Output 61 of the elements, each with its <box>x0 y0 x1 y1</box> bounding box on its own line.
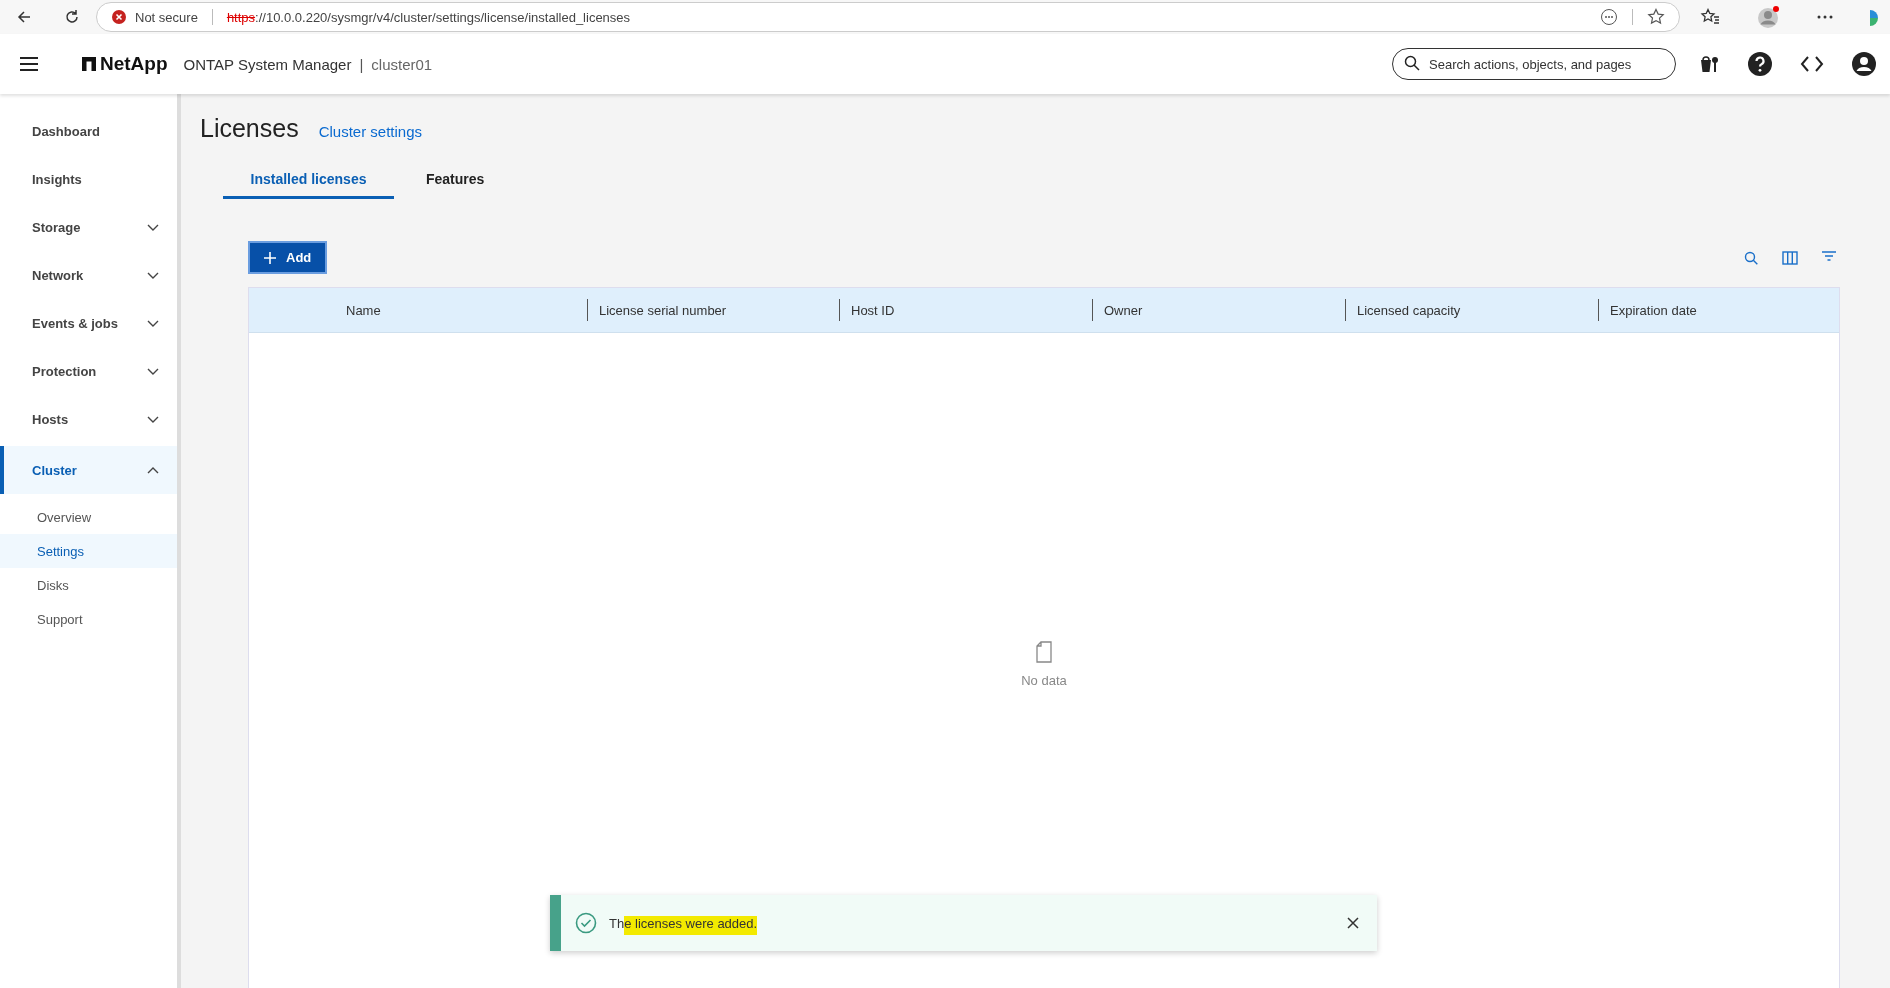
chevron-icon <box>147 222 159 232</box>
column-header[interactable]: License serial number <box>587 299 839 321</box>
user-icon[interactable] <box>1852 52 1876 76</box>
warning-icon <box>111 9 127 25</box>
check-circle-icon <box>575 912 597 934</box>
refresh-icon[interactable] <box>64 9 80 25</box>
product-name: ONTAP System Manager <box>183 55 352 73</box>
menu-icon[interactable] <box>20 57 38 71</box>
column-header[interactable]: Host ID <box>839 299 1092 321</box>
columns-icon[interactable] <box>1782 250 1798 265</box>
nav-subitem[interactable]: Disks <box>0 568 177 602</box>
star-icon[interactable] <box>1647 8 1665 26</box>
search-icon <box>1404 55 1420 71</box>
nav-item[interactable]: Events & jobs <box>0 302 177 344</box>
close-icon <box>1347 917 1359 929</box>
browser-logo-icon[interactable] <box>1870 8 1878 26</box>
nav-item[interactable]: Hosts <box>0 398 177 440</box>
search-icon[interactable] <box>1744 250 1758 265</box>
column-header[interactable]: Licensed capacity <box>1345 299 1598 321</box>
address-bar[interactable]: Not secure https://10.0.0.220/sysmgr/v4/cluster/settings/license/installed_licenses <box>96 2 1680 32</box>
nav-item[interactable]: Protection <box>0 350 177 392</box>
chevron-icon <box>147 318 159 328</box>
security-label[interactable]: Not secure <box>135 9 198 25</box>
tab[interactable]: Features <box>394 161 517 199</box>
nav-item[interactable]: Network <box>0 254 177 296</box>
tab[interactable]: Installed licenses <box>223 161 394 199</box>
empty-document-icon <box>1036 641 1052 663</box>
logo-icon <box>82 57 96 71</box>
favorites-icon[interactable] <box>1700 8 1720 26</box>
back-icon[interactable] <box>16 9 32 25</box>
chevron-icon <box>147 465 159 475</box>
empty-message: No data <box>1021 673 1067 688</box>
nav-item[interactable]: Cluster <box>0 446 177 494</box>
nav-item[interactable]: Dashboard <box>0 110 177 152</box>
url-text: https://10.0.0.220/sysmgr/v4/cluster/settings/license/installed_licenses <box>226 9 632 25</box>
chevron-icon <box>147 270 159 280</box>
nav-item[interactable]: Storage <box>0 206 177 248</box>
brand-name: NetApp <box>100 53 168 75</box>
code-icon[interactable] <box>1800 55 1824 73</box>
filter-icon[interactable] <box>1822 250 1836 261</box>
profile-icon[interactable] <box>1756 5 1780 29</box>
nav-subitem[interactable]: Support <box>0 602 177 636</box>
page-title: Licenses <box>200 114 299 143</box>
chevron-icon <box>147 366 159 376</box>
bucket-icon[interactable] <box>1700 54 1720 74</box>
column-header[interactable]: Expiration date <box>1598 299 1839 321</box>
search-field[interactable]: Search actions, objects, and pages <box>1392 48 1676 80</box>
help-icon[interactable] <box>1748 52 1772 76</box>
more-options-icon[interactable] <box>1816 14 1834 20</box>
add-button[interactable]: Add <box>248 241 328 274</box>
chevron-icon <box>147 414 159 424</box>
column-header[interactable]: Name <box>249 299 587 321</box>
column-header[interactable]: Owner <box>1092 299 1345 321</box>
cluster-name: cluster01 <box>371 55 433 73</box>
separator-text: | <box>359 55 364 73</box>
nav-subitem[interactable]: Settings <box>0 534 177 568</box>
nav-item[interactable]: Insights <box>0 158 177 200</box>
more-icon[interactable] <box>1600 8 1618 26</box>
cluster-settings-link[interactable]: Cluster settings <box>318 123 423 140</box>
plus-icon <box>264 251 276 264</box>
nav-subitem[interactable]: Overview <box>0 500 177 534</box>
